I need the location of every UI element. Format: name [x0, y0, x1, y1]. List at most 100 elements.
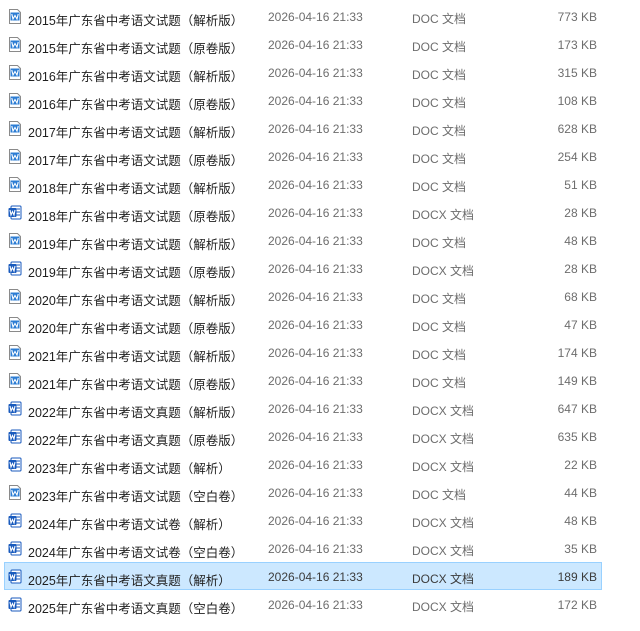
- word-doc-icon: [8, 233, 22, 248]
- file-row[interactable]: 2021年广东省中考语文试题（解析版） 2026-04-16 21:33 DOC 文…: [4, 338, 602, 366]
- file-type: DOC 文档: [412, 236, 467, 250]
- file-name: 2020年广东省中考语文试题（原卷版）: [28, 322, 244, 336]
- file-row[interactable]: 2017年广东省中考语文试题（原卷版） 2026-04-16 21:33 DOC 文…: [4, 142, 602, 170]
- file-row[interactable]: 2018年广东省中考语文试题（原卷版） 2026-04-16 21:33 DOCX …: [4, 198, 602, 226]
- file-name: 2025年广东省中考语文真题（解析）: [28, 574, 231, 588]
- file-row[interactable]: 2020年广东省中考语文试题（解析版） 2026-04-16 21:33 DOC 文…: [4, 282, 602, 310]
- file-row[interactable]: 2020年广东省中考语文试题（原卷版） 2026-04-16 21:33 DOC 文…: [4, 310, 602, 338]
- file-list: 2015年广东省中考语文试题（解析版） 2026-04-16 21:33 DOC 文…: [0, 0, 640, 631]
- file-size: 28 KB: [564, 262, 597, 276]
- file-size: 51 KB: [564, 178, 597, 192]
- file-size: 773 KB: [557, 10, 597, 24]
- file-size: 68 KB: [564, 290, 597, 304]
- file-date: 2026-04-16 21:33: [268, 10, 363, 24]
- file-size: 44 KB: [564, 486, 597, 500]
- word-docx-icon: [8, 429, 22, 444]
- word-docx-icon: [8, 541, 22, 556]
- file-row[interactable]: 2019年广东省中考语文试题（原卷版） 2026-04-16 21:33 DOCX …: [4, 254, 602, 282]
- file-size: 315 KB: [557, 66, 597, 80]
- file-date: 2026-04-16 21:33: [268, 458, 363, 472]
- file-row[interactable]: 2019年广东省中考语文试题（解析版） 2026-04-16 21:33 DOC 文…: [4, 226, 602, 254]
- file-row[interactable]: 2024年广东省中考语文试卷（空白卷） 2026-04-16 21:33 DOCX …: [4, 534, 602, 562]
- word-docx-icon: [8, 597, 22, 612]
- file-name: 2015年广东省中考语文试题（原卷版）: [28, 42, 244, 56]
- file-name: 2017年广东省中考语文试题（原卷版）: [28, 154, 244, 168]
- file-type: DOCX 文档: [412, 516, 475, 530]
- file-name: 2015年广东省中考语文试题（解析版）: [28, 14, 244, 28]
- file-name: 2021年广东省中考语文试题（解析版）: [28, 350, 244, 364]
- file-type: DOC 文档: [412, 124, 467, 138]
- file-size: 174 KB: [557, 346, 597, 360]
- word-docx-icon: [8, 457, 22, 472]
- file-name: 2016年广东省中考语文试题（解析版）: [28, 70, 244, 84]
- file-row[interactable]: 2025年广东省中考语文真题（空白卷） 2026-04-16 21:33 DOCX …: [4, 590, 602, 618]
- word-doc-icon: [8, 485, 22, 500]
- file-type: DOC 文档: [412, 96, 467, 110]
- word-docx-icon: [8, 513, 22, 528]
- file-row[interactable]: 2023年广东省中考语文试题（空白卷） 2026-04-16 21:33 DOC 文…: [4, 478, 602, 506]
- file-date: 2026-04-16 21:33: [268, 150, 363, 164]
- file-date: 2026-04-16 21:33: [268, 122, 363, 136]
- file-date: 2026-04-16 21:33: [268, 514, 363, 528]
- file-type: DOC 文档: [412, 488, 467, 502]
- word-docx-icon: [8, 569, 22, 584]
- file-name: 2022年广东省中考语文真题（解析版）: [28, 406, 244, 420]
- file-type: DOCX 文档: [412, 460, 475, 474]
- file-row[interactable]: 2017年广东省中考语文试题（解析版） 2026-04-16 21:33 DOC 文…: [4, 114, 602, 142]
- file-name: 2024年广东省中考语文试卷（解析）: [28, 518, 231, 532]
- file-size: 628 KB: [557, 122, 597, 136]
- file-size: 48 KB: [564, 234, 597, 248]
- file-row[interactable]: 2016年广东省中考语文试题（解析版） 2026-04-16 21:33 DOC 文…: [4, 58, 602, 86]
- file-row[interactable]: 2022年广东省中考语文真题（原卷版） 2026-04-16 21:33 DOCX …: [4, 422, 602, 450]
- file-row[interactable]: 2015年广东省中考语文试题（原卷版） 2026-04-16 21:33 DOC 文…: [4, 30, 602, 58]
- file-type: DOCX 文档: [412, 208, 475, 222]
- file-row[interactable]: 2015年广东省中考语文试题（解析版） 2026-04-16 21:33 DOC 文…: [4, 2, 602, 30]
- file-type: DOC 文档: [412, 320, 467, 334]
- file-type: DOC 文档: [412, 152, 467, 166]
- file-type: DOCX 文档: [412, 404, 475, 418]
- word-doc-icon: [8, 317, 22, 332]
- word-doc-icon: [8, 373, 22, 388]
- file-type: DOCX 文档: [412, 264, 475, 278]
- file-date: 2026-04-16 21:33: [268, 66, 363, 80]
- file-date: 2026-04-16 21:33: [268, 402, 363, 416]
- word-doc-icon: [8, 9, 22, 24]
- file-row[interactable]: 2024年广东省中考语文试卷（解析） 2026-04-16 21:33 DOCX 文…: [4, 506, 602, 534]
- file-date: 2026-04-16 21:33: [268, 430, 363, 444]
- file-date: 2026-04-16 21:33: [268, 178, 363, 192]
- word-doc-icon: [8, 289, 22, 304]
- file-name: 2018年广东省中考语文试题（解析版）: [28, 182, 244, 196]
- file-size: 172 KB: [557, 598, 597, 612]
- file-row[interactable]: 2018年广东省中考语文试题（解析版） 2026-04-16 21:33 DOC 文…: [4, 170, 602, 198]
- file-name: 2021年广东省中考语文试题（原卷版）: [28, 378, 244, 392]
- file-date: 2026-04-16 21:33: [268, 346, 363, 360]
- file-type: DOCX 文档: [412, 432, 475, 446]
- file-type: DOC 文档: [412, 376, 467, 390]
- file-row[interactable]: 2022年广东省中考语文真题（解析版） 2026-04-16 21:33 DOCX …: [4, 394, 602, 422]
- file-name: 2019年广东省中考语文试题（解析版）: [28, 238, 244, 252]
- file-name: 2018年广东省中考语文试题（原卷版）: [28, 210, 244, 224]
- file-size: 108 KB: [557, 94, 597, 108]
- file-name: 2024年广东省中考语文试卷（空白卷）: [28, 546, 244, 560]
- file-type: DOCX 文档: [412, 600, 475, 614]
- file-type: DOC 文档: [412, 348, 467, 362]
- file-date: 2026-04-16 21:33: [268, 206, 363, 220]
- file-size: 22 KB: [564, 458, 597, 472]
- word-docx-icon: [8, 261, 22, 276]
- word-doc-icon: [8, 345, 22, 360]
- file-row[interactable]: 2025年广东省中考语文真题（解析） 2026-04-16 21:33 DOCX 文…: [4, 562, 602, 590]
- word-docx-icon: [8, 205, 22, 220]
- word-doc-icon: [8, 65, 22, 80]
- file-name: 2017年广东省中考语文试题（解析版）: [28, 126, 244, 140]
- file-name: 2023年广东省中考语文试题（解析）: [28, 462, 231, 476]
- word-doc-icon: [8, 37, 22, 52]
- file-row[interactable]: 2023年广东省中考语文试题（解析） 2026-04-16 21:33 DOCX 文…: [4, 450, 602, 478]
- file-row[interactable]: 2016年广东省中考语文试题（原卷版） 2026-04-16 21:33 DOC 文…: [4, 86, 602, 114]
- file-row[interactable]: 2021年广东省中考语文试题（原卷版） 2026-04-16 21:33 DOC 文…: [4, 366, 602, 394]
- file-size: 635 KB: [557, 430, 597, 444]
- file-name: 2016年广东省中考语文试题（原卷版）: [28, 98, 244, 112]
- file-type: DOC 文档: [412, 12, 467, 26]
- file-size: 149 KB: [557, 374, 597, 388]
- file-type: DOC 文档: [412, 40, 467, 54]
- file-size: 173 KB: [557, 38, 597, 52]
